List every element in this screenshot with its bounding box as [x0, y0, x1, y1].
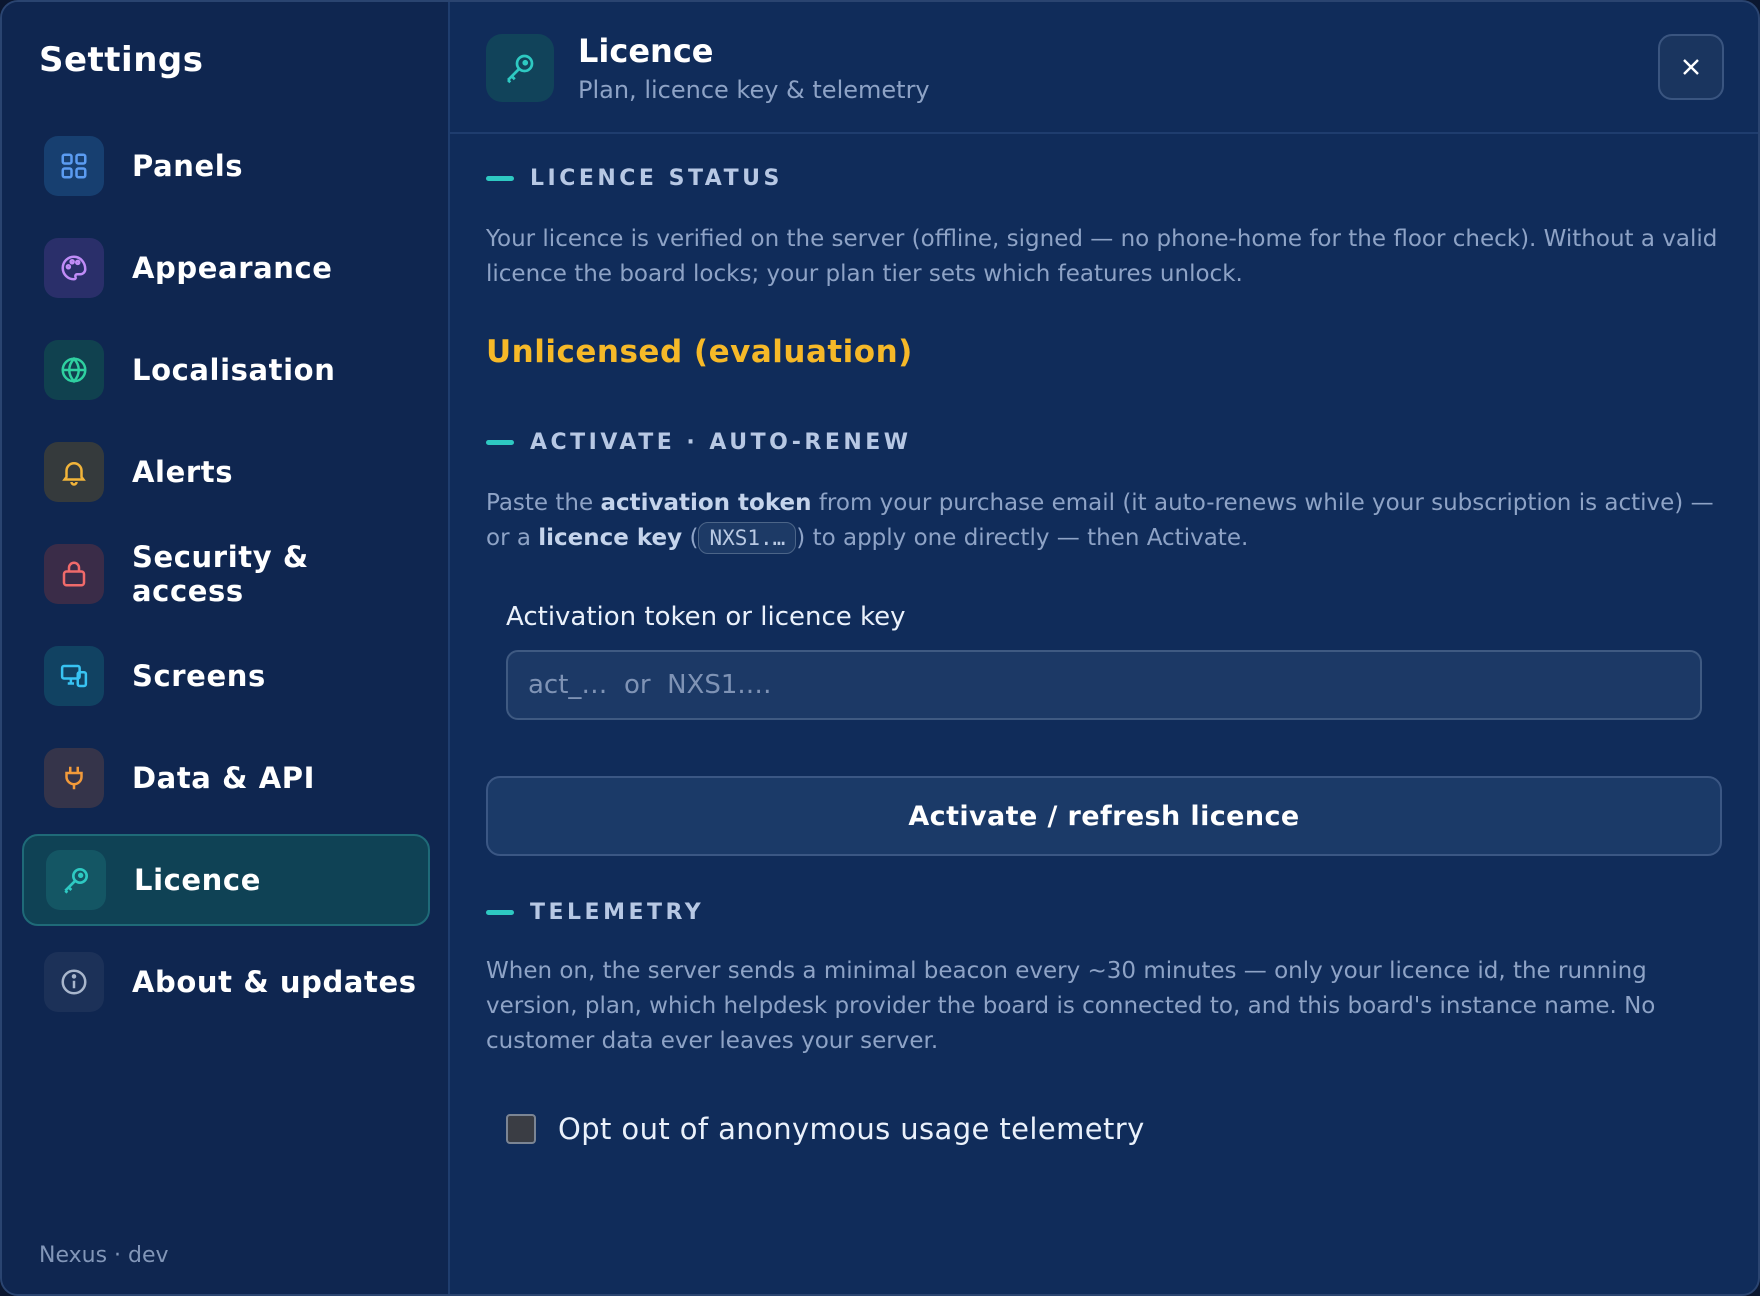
licence-status-value: Unlicensed (evaluation)	[486, 334, 913, 370]
section-heading-status: LICENCE STATUS	[486, 166, 783, 191]
sidebar-item-label: Appearance	[132, 251, 333, 285]
sidebar-item-licence[interactable]: Licence	[22, 834, 430, 926]
telemetry-opt-out-label: Opt out of anonymous usage telemetry	[558, 1112, 1145, 1146]
section-accent	[486, 910, 514, 915]
section-accent	[486, 440, 514, 445]
token-field-label: Activation token or licence key	[506, 602, 906, 632]
sidebar-item-panels[interactable]: Panels	[22, 120, 430, 212]
sidebar-item-data-api[interactable]: Data & API	[22, 732, 430, 824]
section-heading-activate: ACTIVATE · AUTO-RENEW	[486, 430, 912, 455]
sidebar-item-screens[interactable]: Screens	[22, 630, 430, 722]
section-heading-telemetry: TELEMETRY	[486, 900, 704, 925]
telemetry-description: When on, the server sends a minimal beac…	[486, 958, 1656, 1054]
text-emphasis: licence key	[538, 525, 683, 551]
sidebar-item-appearance[interactable]: Appearance	[22, 222, 430, 314]
sidebar-item-localisation[interactable]: Localisation	[22, 324, 430, 416]
sidebar-item-security[interactable]: Security & access	[22, 528, 430, 620]
close-button[interactable]	[1658, 34, 1724, 100]
sidebar-item-label: About & updates	[132, 965, 417, 999]
globe-icon	[44, 340, 104, 400]
section-label: ACTIVATE · AUTO-RENEW	[530, 430, 912, 455]
sidebar-item-about[interactable]: About & updates	[22, 936, 430, 1028]
sidebar-item-label: Security & access	[132, 540, 309, 608]
sidebar-title: Settings	[39, 40, 204, 80]
activate-description: Paste the activation token from your pur…	[486, 486, 1726, 556]
app-version: Nexus · dev	[39, 1243, 169, 1268]
bell-icon	[44, 442, 104, 502]
sidebar-item-label: Licence	[134, 863, 261, 897]
plug-icon	[44, 748, 104, 808]
palette-icon	[44, 238, 104, 298]
section-label: LICENCE STATUS	[530, 166, 783, 191]
grid-icon	[44, 136, 104, 196]
sidebar: Settings Panels Appearance Localisation	[2, 2, 450, 1294]
devices-icon	[44, 646, 104, 706]
sidebar-item-label: Screens	[132, 659, 266, 693]
sidebar-item-label: Panels	[132, 149, 244, 183]
sidebar-nav: Panels Appearance Localisation Alerts Se…	[22, 120, 430, 1038]
text-segment: ) to apply one directly — then Activate.	[796, 525, 1249, 551]
telemetry-opt-out-row[interactable]: Opt out of anonymous usage telemetry	[506, 1112, 1145, 1146]
status-description: Your licence is verified on the server (…	[486, 226, 1718, 287]
text-emphasis: activation token	[600, 490, 812, 516]
text-segment: (	[682, 525, 699, 551]
sidebar-item-alerts[interactable]: Alerts	[22, 426, 430, 518]
page-title: Licence	[578, 32, 714, 70]
telemetry-opt-out-checkbox[interactable]	[506, 1114, 536, 1144]
token-input[interactable]	[506, 650, 1702, 720]
key-format-chip: NXS1.…	[698, 522, 797, 554]
info-icon	[44, 952, 104, 1012]
section-accent	[486, 176, 514, 181]
settings-window: Settings Panels Appearance Localisation	[0, 0, 1760, 1296]
sidebar-item-label: Alerts	[132, 455, 234, 489]
panel-header: Licence Plan, licence key & telemetry	[450, 2, 1758, 134]
close-icon	[1683, 59, 1699, 75]
page-subtitle: Plan, licence key & telemetry	[578, 76, 930, 104]
sidebar-item-label: Data & API	[132, 761, 316, 795]
key-icon	[486, 34, 554, 102]
sidebar-item-label: Localisation	[132, 353, 336, 387]
activate-button[interactable]: Activate / refresh licence	[486, 776, 1722, 856]
lock-icon	[44, 544, 104, 604]
section-label: TELEMETRY	[530, 900, 705, 925]
text-segment: Paste the	[486, 490, 601, 516]
key-icon	[46, 850, 106, 910]
main-panel: Licence Plan, licence key & telemetry LI…	[450, 2, 1758, 1294]
